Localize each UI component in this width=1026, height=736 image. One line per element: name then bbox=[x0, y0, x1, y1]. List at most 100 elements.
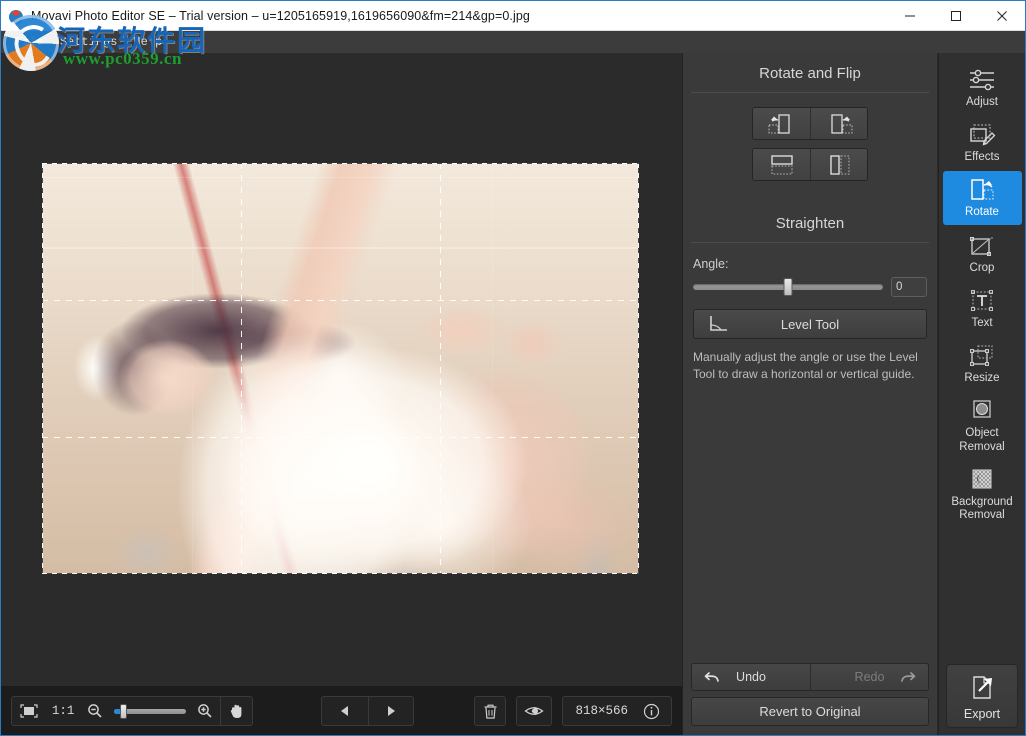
previous-image-button[interactable] bbox=[322, 697, 368, 725]
menu-file[interactable]: File bbox=[7, 33, 52, 51]
eye-compare-icon bbox=[524, 704, 545, 718]
app-window: Movavi Photo Editor SE – Trial version –… bbox=[0, 0, 1026, 736]
next-arrow-icon bbox=[384, 704, 398, 718]
level-tool-icon bbox=[708, 314, 730, 334]
sidebar-item-label: Resize bbox=[964, 372, 1000, 385]
sliders-icon bbox=[967, 67, 997, 93]
revert-label: Revert to Original bbox=[759, 704, 861, 719]
zoom-slider-thumb[interactable] bbox=[120, 703, 128, 719]
zoom-in-button[interactable] bbox=[190, 697, 220, 725]
maximize-button[interactable] bbox=[933, 1, 979, 31]
angle-label: Angle: bbox=[693, 257, 729, 271]
photo-canvas[interactable] bbox=[1, 53, 681, 686]
zoom-ratio-label[interactable]: 1:1 bbox=[46, 704, 81, 718]
bottom-toolbar: 1:1 818×566 bbox=[1, 686, 682, 735]
rotate-icon bbox=[967, 177, 997, 203]
revert-to-original-button[interactable]: Revert to Original bbox=[691, 697, 929, 726]
redo-label: Redo bbox=[854, 670, 885, 684]
flip-button-row bbox=[752, 148, 868, 181]
options-panel: Rotate and Flip Straighten Angle: 0 Leve… bbox=[682, 53, 937, 735]
title-bar: Movavi Photo Editor SE – Trial version –… bbox=[1, 1, 1025, 31]
angle-row bbox=[683, 277, 937, 297]
sidebar-item-label: Object Removal bbox=[959, 427, 1005, 453]
pan-tool-button[interactable] bbox=[219, 697, 252, 725]
sidebar-item-label: Background Removal bbox=[951, 495, 1013, 521]
window-controls bbox=[887, 1, 1025, 31]
straighten-title: Straighten bbox=[691, 203, 929, 243]
info-icon bbox=[643, 703, 660, 720]
undo-arrow-icon bbox=[704, 670, 720, 684]
flip-horizontal-icon bbox=[823, 153, 855, 177]
sidebar-item-label: Adjust bbox=[966, 96, 998, 108]
compare-group bbox=[516, 696, 553, 726]
hand-pan-icon bbox=[228, 702, 245, 720]
compare-button[interactable] bbox=[517, 697, 551, 725]
undo-label: Undo bbox=[736, 670, 766, 684]
flip-vertical-icon bbox=[766, 153, 798, 177]
navigation-group bbox=[320, 696, 415, 726]
undo-redo-row: Undo Redo bbox=[691, 663, 929, 691]
dimensions-group: 818×566 bbox=[562, 696, 672, 726]
zoom-out-button[interactable] bbox=[80, 697, 110, 725]
window-title: Movavi Photo Editor SE – Trial version –… bbox=[31, 8, 530, 23]
zoom-in-icon bbox=[197, 703, 213, 719]
angle-slider-thumb[interactable] bbox=[783, 278, 793, 296]
redo-button[interactable]: Redo bbox=[810, 664, 928, 690]
delete-button[interactable] bbox=[475, 697, 505, 725]
minimize-button[interactable] bbox=[887, 1, 933, 31]
straighten-hint: Manually adjust the angle or use the Lev… bbox=[693, 350, 918, 381]
fit-to-screen-button[interactable] bbox=[12, 697, 46, 725]
zoom-slider[interactable] bbox=[114, 701, 186, 721]
crop-icon bbox=[967, 233, 997, 259]
flip-vertical-button[interactable] bbox=[753, 149, 810, 180]
redo-arrow-icon bbox=[900, 670, 916, 684]
angle-slider[interactable] bbox=[693, 278, 883, 296]
flip-horizontal-button[interactable] bbox=[810, 149, 867, 180]
export-icon bbox=[966, 673, 998, 703]
next-image-button[interactable] bbox=[367, 697, 414, 725]
sidebar-item-adjust[interactable]: Adjust bbox=[943, 61, 1022, 114]
close-button[interactable] bbox=[979, 1, 1025, 31]
zoom-out-icon bbox=[87, 703, 103, 719]
background-removal-icon bbox=[967, 467, 997, 493]
sidebar-item-text[interactable]: Text bbox=[943, 282, 1022, 335]
undo-button[interactable]: Undo bbox=[692, 664, 810, 690]
rotate-button-row bbox=[752, 107, 868, 140]
level-tool-button[interactable]: Level Tool bbox=[693, 309, 927, 339]
photo-container[interactable] bbox=[42, 163, 639, 574]
sidebar-item-label: Text bbox=[971, 316, 993, 329]
sidebar-item-rotate[interactable]: Rotate bbox=[942, 171, 1022, 225]
menu-help[interactable]: Help bbox=[125, 33, 170, 51]
sidebar-item-effects[interactable]: Effects bbox=[943, 116, 1022, 169]
photo-image bbox=[42, 163, 639, 574]
info-button[interactable] bbox=[636, 697, 667, 725]
rotate-right-button[interactable] bbox=[810, 108, 867, 139]
object-removal-icon bbox=[967, 398, 997, 424]
previous-arrow-icon bbox=[338, 704, 352, 718]
trash-icon bbox=[483, 703, 498, 720]
delete-group bbox=[474, 696, 507, 726]
zoom-group: 1:1 bbox=[11, 696, 253, 726]
options-panel-body: Rotate and Flip Straighten Angle: 0 Leve… bbox=[683, 53, 937, 663]
right-tools-group: 818×566 bbox=[474, 696, 672, 726]
tool-sidebar: Adjust Effects Rotate Crop Text Resize O… bbox=[938, 53, 1025, 735]
angle-input[interactable] bbox=[891, 277, 927, 297]
effects-icon bbox=[967, 122, 997, 148]
sidebar-item-label: Effects bbox=[964, 151, 1000, 164]
sidebar-item-background-removal[interactable]: Background Removal bbox=[943, 461, 1022, 527]
export-section: Export bbox=[946, 664, 1018, 728]
rotate-and-flip-title: Rotate and Flip bbox=[691, 53, 929, 93]
menu-bar: File Settings Help bbox=[1, 31, 1025, 53]
resize-icon bbox=[967, 343, 997, 369]
sidebar-item-object-removal[interactable]: Object Removal bbox=[943, 392, 1022, 458]
sidebar-item-resize[interactable]: Resize bbox=[943, 337, 1022, 390]
rotate-right-icon bbox=[822, 112, 856, 136]
sidebar-item-crop[interactable]: Crop bbox=[943, 227, 1022, 280]
menu-settings[interactable]: Settings bbox=[52, 33, 126, 51]
sidebar-item-label: Rotate bbox=[965, 206, 999, 219]
sidebar-item-label: Crop bbox=[969, 261, 995, 274]
export-button[interactable]: Export bbox=[946, 664, 1018, 728]
rotate-left-button[interactable] bbox=[753, 108, 810, 139]
text-icon bbox=[967, 288, 997, 314]
fit-to-screen-icon bbox=[19, 703, 39, 719]
